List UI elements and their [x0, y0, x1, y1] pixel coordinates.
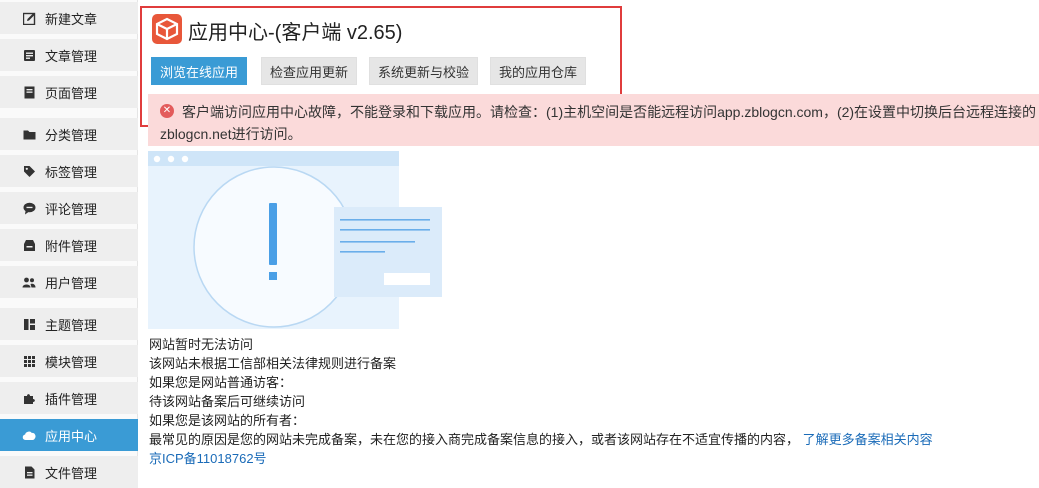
puzzle-icon [22, 391, 36, 405]
error-icon: ✕ [160, 104, 174, 118]
notice-line: 如果您是该网站的所有者： [149, 413, 306, 428]
tab-browse-online-apps[interactable]: 浏览在线应用 [151, 57, 248, 85]
file-icon [22, 465, 36, 479]
sidebar-item-new-article[interactable]: 新建文章 [0, 2, 138, 34]
icp-link-text[interactable]: 京ICP备11018762号 [149, 451, 267, 466]
sidebar-item-label: 用户管理 [45, 275, 98, 291]
app-center-logo [152, 14, 182, 44]
tab-check-app-updates[interactable]: 检查应用更新 [261, 57, 358, 85]
sidebar-item-label: 插件管理 [45, 391, 98, 407]
notice-reason-text: 最常见的原因是您的网站未完成备案，未在您的接入商完成备案信息的接入，或者该网站存… [149, 432, 800, 447]
sidebar-item-category-manage[interactable]: 分类管理 [0, 118, 138, 150]
sidebar-item-theme-manage[interactable]: 主题管理 [0, 308, 138, 340]
attachment-icon [22, 238, 36, 252]
sidebar-item-article-manage[interactable]: 文章管理 [0, 39, 138, 71]
error-message-continued: zblogcn.net进行访问。 [160, 126, 302, 142]
sidebar-item-module-manage[interactable]: 模块管理 [0, 345, 138, 377]
sidebar-item-label: 应用中心 [45, 428, 98, 444]
sidebar-item-label: 标签管理 [45, 164, 98, 180]
edit-icon [22, 11, 36, 25]
notice-line: 如果您是网站普通访客： [149, 375, 293, 390]
sidebar-item-label: 新建文章 [45, 11, 98, 27]
sidebar-item-label: 主题管理 [45, 317, 98, 333]
sidebar-item-page-manage[interactable]: 页面管理 [0, 76, 138, 108]
sidebar-item-label: 模块管理 [45, 354, 98, 370]
sidebar-item-label: 页面管理 [45, 85, 98, 101]
sidebar: 新建文章 文章管理 页面管理 分类管理 标签管理 评论管理 附件管理 用户管理 … [0, 0, 138, 488]
tag-icon [22, 164, 36, 178]
error-alert: ✕ 客户端访问应用中心故障，不能登录和下载应用。请检查：(1)主机空间是否能远程… [148, 94, 1039, 146]
sidebar-item-attachment-manage[interactable]: 附件管理 [0, 229, 138, 261]
users-icon [22, 275, 36, 289]
sidebar-item-comment-manage[interactable]: 评论管理 [0, 192, 138, 224]
site-unavailable-illustration [148, 151, 442, 329]
comment-icon [22, 201, 36, 215]
notice-line: 最常见的原因是您的网站未完成备案，未在您的接入商完成备案信息的接入，或者该网站存… [149, 429, 933, 448]
page-title: 应用中心-(客户端 v2.65) [188, 22, 403, 44]
page-icon [22, 85, 36, 99]
article-icon [22, 48, 36, 62]
tab-system-update-verify[interactable]: 系统更新与校验 [369, 57, 479, 85]
notice-line: 网站暂时无法访问 [149, 337, 254, 352]
sidebar-item-label: 分类管理 [45, 127, 98, 143]
folder-icon [22, 127, 36, 141]
sidebar-item-label: 文章管理 [45, 48, 98, 64]
sidebar-item-file-manage[interactable]: 文件管理 [0, 456, 138, 488]
sidebar-item-user-manage[interactable]: 用户管理 [0, 266, 138, 298]
sidebar-item-app-center[interactable]: 应用中心 [0, 419, 138, 451]
icp-link[interactable]: 京ICP备11018762号 [149, 448, 267, 467]
learn-more-link[interactable]: 了解更多备案相关内容 [803, 432, 933, 447]
sidebar-item-label: 文件管理 [45, 465, 98, 481]
notice-line: 该网站未根据工信部相关法律规则进行备案 [149, 356, 397, 371]
grid-icon [22, 354, 36, 368]
tab-my-app-repository[interactable]: 我的应用仓库 [490, 57, 587, 85]
error-message: 客户端访问应用中心故障，不能登录和下载应用。请检查：(1)主机空间是否能远程访问… [182, 104, 1037, 120]
sidebar-item-plugin-manage[interactable]: 插件管理 [0, 382, 138, 414]
sidebar-item-label: 评论管理 [45, 201, 98, 217]
cloud-icon [22, 428, 36, 442]
sidebar-item-tag-manage[interactable]: 标签管理 [0, 155, 138, 187]
notice-line: 待该网站备案后可继续访问 [149, 394, 306, 409]
sidebar-item-label: 附件管理 [45, 238, 98, 254]
theme-icon [22, 317, 36, 331]
